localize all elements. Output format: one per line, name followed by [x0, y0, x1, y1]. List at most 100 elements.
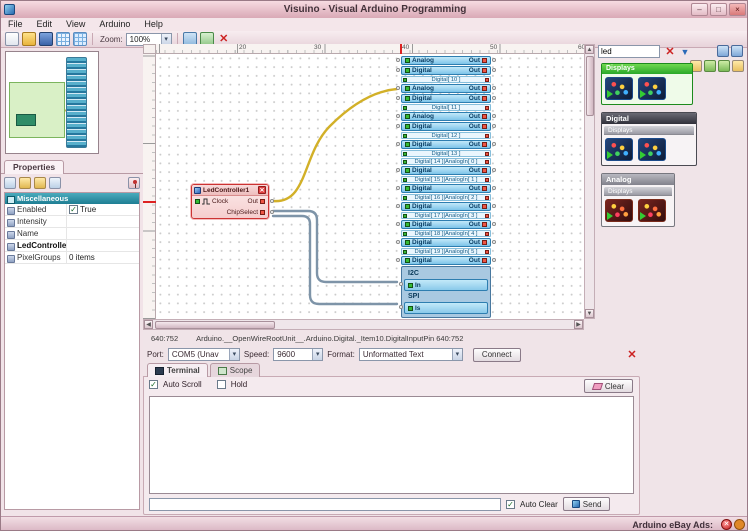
input-pin[interactable] — [405, 142, 410, 147]
arduino-caption-row[interactable]: Digital[ 12 ] — [401, 132, 491, 139]
sub-pin-row[interactable]: In — [404, 279, 488, 291]
categorized-view-icon[interactable] — [19, 177, 31, 189]
scroll-up-icon[interactable]: ▲ — [585, 45, 594, 54]
input-pin[interactable] — [405, 86, 410, 91]
toggle-grid-icon[interactable] — [56, 32, 70, 46]
arduino-caption-row[interactable]: Digital[ 11 ] — [401, 104, 491, 111]
speed-combo[interactable]: 9600 — [273, 348, 323, 361]
horizontal-scrollbar[interactable]: ◀ ▶ — [143, 319, 584, 330]
output-pin[interactable] — [482, 58, 487, 63]
pin-connector-right[interactable] — [492, 58, 496, 62]
pin-connector-left[interactable] — [396, 258, 400, 262]
clock-input-pin[interactable] — [195, 199, 200, 204]
snap-grid-icon[interactable] — [73, 32, 87, 46]
arduino-pin-row[interactable]: DigitalOut — [401, 122, 491, 131]
arduino-caption-row[interactable]: Digital[ 13 ] — [401, 150, 491, 157]
close-panel-icon[interactable] — [625, 348, 639, 362]
maximize-button[interactable]: □ — [710, 3, 727, 16]
close-ads-icon[interactable] — [721, 519, 732, 530]
arduino-pin-row[interactable]: DigitalOut — [401, 94, 491, 103]
input-pin[interactable] — [403, 78, 407, 82]
pin-connector-right[interactable] — [492, 96, 496, 100]
pin-connector-left[interactable] — [399, 282, 403, 286]
output-pin[interactable] — [485, 232, 489, 236]
scroll-right-icon[interactable]: ▶ — [574, 320, 583, 329]
close-button[interactable]: × — [729, 3, 746, 16]
output-pin[interactable] — [482, 222, 487, 227]
output-pin[interactable] — [485, 214, 489, 218]
arduino-pin-row[interactable]: DigitalOut — [401, 166, 491, 175]
arduino-caption-row[interactable]: Digital[ 19 ]|AnalogIn[ 5 ] — [401, 248, 491, 255]
expand-all-icon[interactable] — [34, 177, 46, 189]
clear-search-icon[interactable] — [663, 45, 677, 58]
filter-icon[interactable]: ▼ — [679, 46, 691, 58]
arduino-pin-row[interactable]: DigitalOut — [401, 256, 491, 265]
tab-scope[interactable]: Scope — [210, 363, 261, 377]
send-button[interactable]: Send — [563, 497, 611, 511]
led-matrix-editor-icon[interactable] — [638, 77, 666, 100]
arduino-caption-row[interactable]: Digital[ 18 ]|AnalogIn[ 4 ] — [401, 230, 491, 237]
arduino-caption-row[interactable]: Digital[ 10 ] — [401, 76, 491, 83]
pin-connector-left[interactable] — [396, 168, 400, 172]
properties-section-header[interactable]: Miscellaneous — [5, 193, 139, 204]
input-pin[interactable] — [403, 160, 407, 164]
pin-connector-left[interactable] — [399, 305, 403, 309]
input-pin[interactable] — [403, 106, 407, 110]
pin-connector-left[interactable] — [396, 240, 400, 244]
arduino-pin-row[interactable]: DigitalOut — [401, 202, 491, 211]
connect-button[interactable]: Connect — [473, 348, 521, 362]
auto-scroll-checkbox[interactable]: ✓ — [149, 380, 158, 389]
output-pin[interactable] — [482, 204, 487, 209]
pin-connector-left[interactable] — [396, 96, 400, 100]
clear-button[interactable]: Clear — [584, 379, 633, 393]
pin-connector-right[interactable] — [492, 142, 496, 146]
output-pin[interactable] — [485, 178, 489, 182]
arduino-pin-row[interactable]: DigitalOut — [401, 140, 491, 149]
input-pin[interactable] — [403, 214, 407, 218]
output-pin[interactable] — [485, 106, 489, 110]
arduino-caption-row[interactable]: Digital[ 14 ]|AnalogIn[ 0 ] — [401, 158, 491, 165]
menu-item-arduino[interactable]: Arduino — [92, 18, 137, 31]
input-pin[interactable] — [405, 258, 410, 263]
property-row[interactable]: Enabled✓True — [5, 204, 139, 216]
menu-item-view[interactable]: View — [59, 18, 92, 31]
arduino-caption-row[interactable]: Digital[ 15 ]|AnalogIn[ 1 ] — [401, 176, 491, 183]
pin-panel-icon[interactable] — [128, 177, 140, 189]
port-combo[interactable]: COM5 (Unav — [168, 348, 240, 361]
output-pin[interactable] — [485, 250, 489, 254]
analog-led-display-icon[interactable] — [605, 199, 633, 222]
led-matrix-display-icon[interactable] — [605, 77, 633, 100]
new-file-icon[interactable] — [5, 32, 19, 46]
input-pin[interactable] — [403, 178, 407, 182]
pin-connector-right[interactable] — [492, 168, 496, 172]
analog-led-editor-icon[interactable] — [638, 199, 666, 222]
input-pin[interactable] — [405, 204, 410, 209]
category-header[interactable]: Digital — [602, 113, 696, 124]
chipselect-output-pin[interactable] — [260, 210, 265, 215]
save-file-icon[interactable] — [39, 32, 53, 46]
input-pin[interactable] — [405, 222, 410, 227]
input-pin[interactable] — [405, 240, 410, 245]
format-combo[interactable]: Unformatted Text — [359, 348, 463, 361]
property-value[interactable]: ✓True — [67, 204, 139, 215]
pin-connector[interactable] — [270, 210, 274, 214]
output-pin[interactable] — [485, 196, 489, 200]
property-value[interactable]: 0 items — [67, 252, 139, 263]
arduino-pin-row[interactable]: AnalogOut — [401, 112, 491, 121]
property-row[interactable]: LedController1 — [5, 240, 139, 252]
hold-checkbox[interactable] — [217, 380, 226, 389]
menu-item-help[interactable]: Help — [137, 18, 170, 31]
pin-connector-left[interactable] — [396, 222, 400, 226]
send-input[interactable] — [149, 498, 501, 511]
out-output-pin[interactable] — [260, 199, 265, 204]
output-pin[interactable] — [482, 142, 487, 147]
arduino-pin-row[interactable]: DigitalOut — [401, 184, 491, 193]
output-pin[interactable] — [485, 134, 489, 138]
subcategory-header[interactable]: Displays — [604, 187, 672, 196]
output-pin[interactable] — [482, 86, 487, 91]
pin-connector-right[interactable] — [492, 258, 496, 262]
pin-connector-right[interactable] — [492, 68, 496, 72]
arduino-pin-row[interactable]: AnalogOut — [401, 84, 491, 93]
property-value[interactable] — [67, 228, 139, 239]
pin-connector-left[interactable] — [396, 186, 400, 190]
